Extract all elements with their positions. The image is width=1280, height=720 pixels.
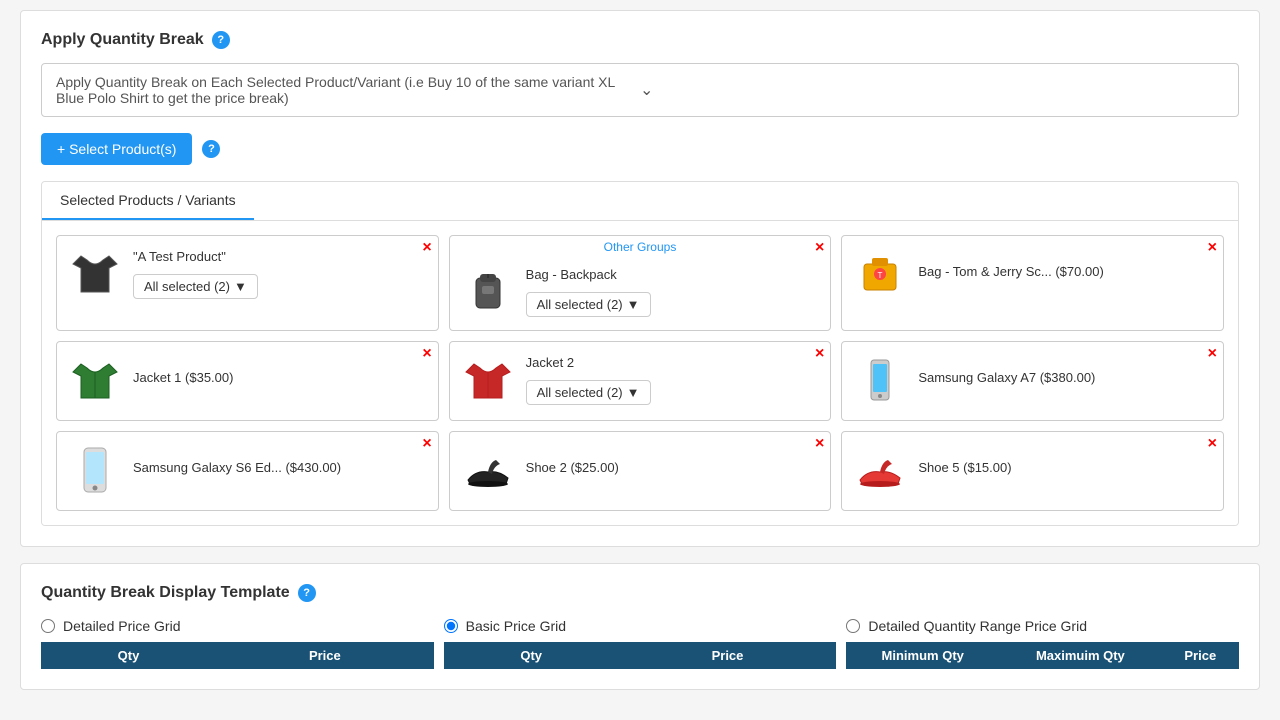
product-card-test-product: × "A Test Product" All selected (2) ▼ — [56, 235, 439, 331]
qty-break-dropdown[interactable]: Apply Quantity Break on Each Selected Pr… — [41, 63, 1239, 117]
jacket-1-image — [67, 352, 123, 408]
remove-jacket-1-button[interactable]: × — [422, 346, 431, 362]
shoe-2-name: Shoe 2 ($25.00) — [526, 460, 821, 475]
price-grid-options: Detailed Price Grid Qty Price Basic Pric… — [41, 618, 1239, 669]
bag-tom-jerry-image: T — [852, 246, 908, 302]
tab-header: Selected Products / Variants — [42, 182, 1238, 221]
remove-samsung-s6-button[interactable]: × — [422, 436, 431, 452]
jacket-2-name: Jacket 2 — [526, 355, 821, 370]
samsung-a7-image — [852, 352, 908, 408]
basic-price-grid-option: Basic Price Grid Qty Price — [444, 618, 837, 669]
jacket-2-variant-dropdown[interactable]: All selected (2) ▼ — [526, 380, 651, 405]
product-card-shoe-2: × Shoe 2 ($25.00) — [449, 431, 832, 511]
remove-jacket-2-button[interactable]: × — [815, 346, 824, 362]
bag-tom-jerry-name: Bag - Tom & Jerry Sc... ($70.00) — [918, 264, 1213, 279]
qty-break-dropdown-value: Apply Quantity Break on Each Selected Pr… — [56, 74, 640, 106]
samsung-a7-name: Samsung Galaxy A7 ($380.00) — [918, 370, 1213, 385]
product-card-bag-backpack: Other Groups × Bag - Backpac — [449, 235, 832, 331]
qty-break-display-title: Quantity Break Display Template — [41, 584, 290, 602]
remove-bag-tom-jerry-button[interactable]: × — [1208, 240, 1217, 256]
variant-chevron-icon3: ▼ — [627, 385, 640, 400]
product-card-shoe-5: × Shoe 5 ($15.00) — [841, 431, 1224, 511]
detailed-range-price-grid-label[interactable]: Detailed Quantity Range Price Grid — [846, 618, 1239, 634]
basic-price-table: Qty Price — [444, 642, 837, 669]
detailed-price-grid-radio[interactable] — [41, 619, 55, 633]
other-groups-label: Other Groups — [604, 240, 677, 254]
remove-shoe-2-button[interactable]: × — [815, 436, 824, 452]
samsung-s6-image — [67, 442, 123, 498]
remove-test-product-button[interactable]: × — [422, 240, 431, 256]
products-grid: × "A Test Product" All selected (2) ▼ — [42, 221, 1238, 525]
test-product-name: "A Test Product" — [133, 249, 428, 264]
shoe-5-image — [852, 442, 908, 498]
remove-bag-backpack-button[interactable]: × — [815, 240, 824, 256]
test-product-image — [67, 246, 123, 302]
detailed-price-header: Price — [216, 642, 434, 669]
apply-qty-break-title: Apply Quantity Break — [41, 31, 204, 49]
jacket-1-name: Jacket 1 ($35.00) — [133, 370, 428, 385]
detailed-price-table: Qty Price — [41, 642, 434, 669]
product-card-jacket-2: × Jacket 2 All selected (2) — [449, 341, 832, 421]
variant-chevron-icon: ▼ — [234, 279, 247, 294]
remove-shoe-5-button[interactable]: × — [1208, 436, 1217, 452]
apply-qty-break-help-icon[interactable]: ? — [212, 31, 230, 49]
shoe-2-image — [460, 442, 516, 498]
basic-price-grid-label[interactable]: Basic Price Grid — [444, 618, 837, 634]
select-products-button[interactable]: + Select Product(s) — [41, 133, 192, 165]
test-product-variant-dropdown[interactable]: All selected (2) ▼ — [133, 274, 258, 299]
samsung-s6-name: Samsung Galaxy S6 Ed... ($430.00) — [133, 460, 428, 475]
svg-text:T: T — [878, 271, 883, 280]
range-price-header: Price — [1162, 642, 1239, 669]
qty-break-display-help-icon[interactable]: ? — [298, 584, 316, 602]
products-tab-panel: Selected Products / Variants × — [41, 181, 1239, 526]
jacket-2-image — [460, 352, 516, 408]
product-card-samsung-a7: × Samsung Galaxy A7 ($380.00) — [841, 341, 1224, 421]
product-card-jacket-1: × Jacket 1 ($35.00) — [56, 341, 439, 421]
detailed-range-price-grid-radio[interactable] — [846, 619, 860, 633]
select-products-label: + Select Product(s) — [57, 141, 176, 157]
shoe-5-name: Shoe 5 ($15.00) — [918, 460, 1213, 475]
basic-qty-header: Qty — [444, 642, 619, 669]
basic-price-grid-radio[interactable] — [444, 619, 458, 633]
dropdown-chevron-icon: ⌄ — [640, 80, 1224, 100]
detailed-price-grid-label[interactable]: Detailed Price Grid — [41, 618, 434, 634]
range-min-qty-header: Minimum Qty — [846, 642, 999, 669]
tab-selected-products[interactable]: Selected Products / Variants — [42, 182, 254, 220]
bag-backpack-name: Bag - Backpack — [526, 267, 821, 282]
basic-price-header: Price — [619, 642, 837, 669]
bag-backpack-variant-dropdown[interactable]: All selected (2) ▼ — [526, 292, 651, 317]
bag-backpack-image — [460, 264, 516, 320]
detailed-qty-header: Qty — [41, 642, 216, 669]
product-card-bag-tom-jerry: × T Bag - Tom & Jerry Sc... ($70.00) — [841, 235, 1224, 331]
detailed-price-grid-option: Detailed Price Grid Qty Price — [41, 618, 434, 669]
product-card-samsung-s6: × Samsung Galaxy S6 Ed... ($430.00) — [56, 431, 439, 511]
detailed-range-price-table: Minimum Qty Maximuim Qty Price — [846, 642, 1239, 669]
detailed-range-price-grid-option: Detailed Quantity Range Price Grid Minim… — [846, 618, 1239, 669]
remove-samsung-a7-button[interactable]: × — [1208, 346, 1217, 362]
select-products-help-icon[interactable]: ? — [202, 140, 220, 158]
range-max-qty-header: Maximuim Qty — [999, 642, 1162, 669]
variant-chevron-icon2: ▼ — [627, 297, 640, 312]
